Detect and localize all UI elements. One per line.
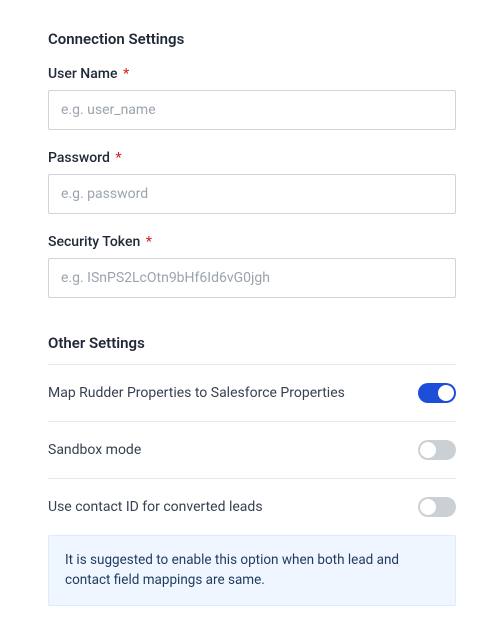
username-label-text: User Name: [48, 66, 117, 82]
password-label: Password *: [48, 150, 456, 166]
contact-id-toggle[interactable]: [418, 497, 456, 517]
sandbox-toggle[interactable]: [418, 440, 456, 460]
connection-settings-section: Connection Settings User Name * Password…: [48, 30, 456, 298]
toggle-knob: [420, 442, 436, 458]
security-token-label-text: Security Token: [48, 234, 140, 250]
info-box: It is suggested to enable this option wh…: [48, 535, 456, 606]
map-properties-row: Map Rudder Properties to Salesforce Prop…: [48, 365, 456, 422]
username-input[interactable]: [48, 90, 456, 130]
other-settings-section: Other Settings Map Rudder Properties to …: [48, 334, 456, 606]
map-properties-toggle[interactable]: [418, 383, 456, 403]
username-label: User Name *: [48, 66, 456, 82]
password-input[interactable]: [48, 174, 456, 214]
security-token-label: Security Token *: [48, 234, 456, 250]
contact-id-row: Use contact ID for converted leads: [48, 479, 456, 535]
map-properties-label: Map Rudder Properties to Salesforce Prop…: [48, 385, 345, 401]
required-asterisk: *: [123, 66, 129, 82]
contact-id-label: Use contact ID for converted leads: [48, 499, 263, 515]
toggle-knob: [438, 385, 454, 401]
other-settings-title: Other Settings: [48, 334, 456, 365]
username-group: User Name *: [48, 66, 456, 130]
connection-settings-title: Connection Settings: [48, 30, 456, 48]
sandbox-label: Sandbox mode: [48, 442, 141, 458]
password-label-text: Password: [48, 150, 110, 166]
sandbox-row: Sandbox mode: [48, 422, 456, 479]
security-token-input[interactable]: [48, 258, 456, 298]
required-asterisk: *: [146, 234, 152, 250]
security-token-group: Security Token *: [48, 234, 456, 298]
toggle-knob: [420, 499, 436, 515]
required-asterisk: *: [115, 150, 121, 166]
password-group: Password *: [48, 150, 456, 214]
